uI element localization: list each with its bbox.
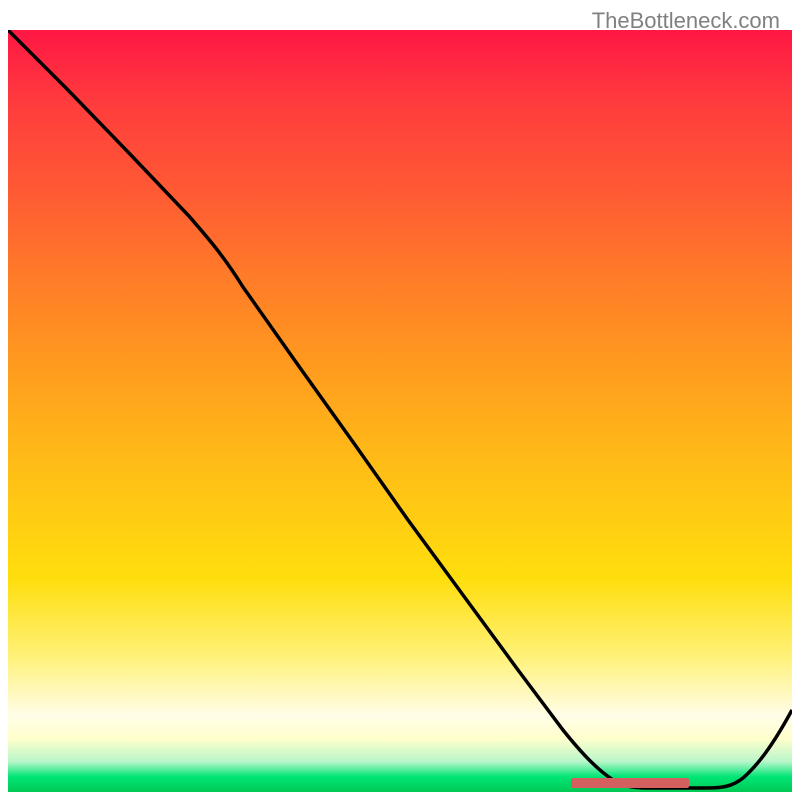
watermark-text: TheBottleneck.com	[592, 8, 780, 34]
curve-svg	[8, 30, 792, 792]
bottleneck-curve-path	[8, 30, 792, 788]
chart-plot-area	[8, 30, 792, 792]
optimal-range-marker	[571, 778, 689, 788]
